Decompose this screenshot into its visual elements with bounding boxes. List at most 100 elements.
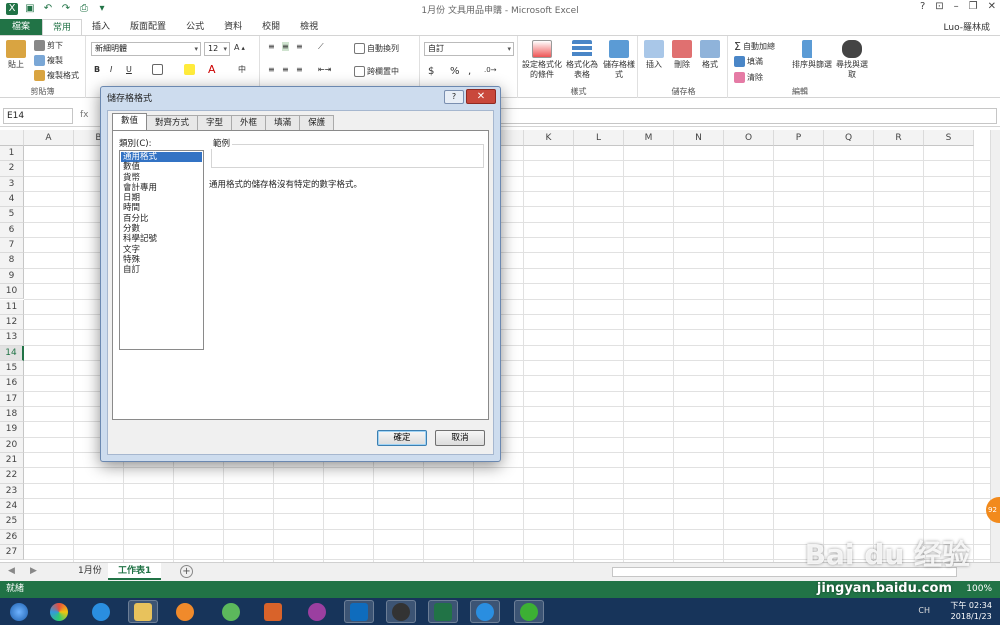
sheet-nav-prev-icon[interactable]: ◀ [8, 566, 15, 576]
increase-decimal-icon[interactable]: .0→ [484, 66, 497, 74]
taskbar-fox[interactable] [258, 600, 288, 623]
font-name-combo[interactable]: 新細明體 [91, 42, 201, 56]
function-icon[interactable]: fx [80, 110, 89, 120]
row-header[interactable]: 21 [0, 453, 24, 469]
taskbar-explorer[interactable] [128, 600, 158, 623]
row-header[interactable]: 5 [0, 207, 24, 223]
row-header[interactable]: 18 [0, 406, 24, 423]
taskbar-app-dark[interactable] [386, 600, 416, 623]
tab-page-layout[interactable]: 版面配置 [120, 19, 176, 35]
taskbar-app-1[interactable] [44, 600, 74, 623]
dialog-close-button[interactable]: ✕ [466, 89, 496, 104]
format-cells-button[interactable]: 格式 [698, 40, 722, 70]
user-account[interactable]: Luo-羅林成 [944, 20, 990, 33]
taskbar-ie-2[interactable] [470, 600, 500, 623]
print-preview-icon[interactable]: ⎙ [78, 3, 90, 15]
fill-button[interactable]: 填滿 [734, 56, 763, 67]
category-item[interactable]: 百分比 [121, 214, 202, 224]
percent-button[interactable]: % [450, 66, 460, 77]
clock[interactable]: 下午 02:34 2018/1/23 [950, 600, 992, 622]
taskbar-media[interactable] [170, 600, 200, 623]
zoom-level[interactable]: 100% [966, 581, 992, 598]
add-sheet-button[interactable]: + [180, 565, 193, 578]
row-header[interactable]: 26 [0, 529, 24, 546]
tab-insert[interactable]: 插入 [82, 19, 120, 35]
row-header[interactable]: 17 [0, 391, 24, 407]
tab-view[interactable]: 檢視 [290, 19, 328, 35]
category-item[interactable]: 時間 [121, 203, 202, 213]
sheet-tab-sheet1[interactable]: 工作表1 [108, 563, 162, 580]
row-header[interactable]: 9 [0, 268, 24, 285]
help-icon[interactable]: ? [920, 1, 925, 12]
comma-button[interactable]: , [468, 66, 471, 77]
minimize-icon[interactable]: – [954, 1, 959, 12]
row-header[interactable]: 24 [0, 499, 24, 515]
column-header[interactable]: Q [824, 130, 874, 146]
taskbar-app-green[interactable] [216, 600, 246, 623]
column-header[interactable]: M [624, 130, 674, 146]
merge-center-button[interactable]: 跨欄置中 [354, 66, 399, 77]
row-header[interactable]: 19 [0, 422, 24, 438]
category-item[interactable]: 通用格式 [121, 152, 202, 163]
row-header[interactable]: 10 [0, 284, 24, 300]
number-format-combo[interactable]: 自訂 [424, 42, 514, 56]
row-header[interactable]: 27 [0, 545, 24, 561]
taskbar-outlook[interactable] [344, 600, 374, 623]
row-header[interactable]: 8 [0, 253, 24, 269]
align-bottom-icon[interactable]: ≡ [296, 42, 303, 51]
column-header[interactable]: N [674, 130, 724, 146]
row-header[interactable]: 20 [0, 437, 24, 453]
category-item[interactable]: 自訂 [121, 265, 202, 275]
category-item[interactable]: 日期 [121, 193, 202, 203]
redo-icon[interactable]: ↷ [60, 3, 72, 15]
column-header[interactable]: S [924, 130, 974, 146]
row-header[interactable]: 11 [0, 299, 24, 315]
currency-button[interactable]: $ [428, 66, 434, 77]
column-header[interactable]: A [24, 130, 74, 146]
phonetic-icon[interactable]: 中 [238, 64, 246, 75]
tab-formulas[interactable]: 公式 [176, 19, 214, 35]
save-icon[interactable]: ▣ [24, 3, 36, 15]
tab-home[interactable]: 常用 [42, 19, 83, 35]
copy-button[interactable]: 複製 [34, 55, 63, 66]
paste-button[interactable]: 貼上 [4, 40, 28, 70]
category-item[interactable]: 分數 [121, 224, 202, 234]
align-center-icon[interactable]: ≡ [282, 65, 289, 74]
undo-icon[interactable]: ↶ [42, 3, 54, 15]
border-icon[interactable] [152, 64, 163, 75]
italic-button[interactable]: I [110, 65, 112, 74]
dialog-tab-border[interactable]: 外框 [231, 115, 267, 130]
row-header[interactable]: 13 [0, 330, 24, 346]
dialog-tab-font[interactable]: 字型 [197, 115, 233, 130]
dialog-tab-protection[interactable]: 保護 [299, 115, 335, 130]
column-header[interactable]: O [724, 130, 774, 146]
sheet-tab-jan[interactable]: 1月份 [68, 563, 112, 580]
system-tray[interactable]: CH [918, 606, 930, 615]
format-painter-button[interactable]: 複製格式 [34, 70, 79, 81]
row-header[interactable]: 4 [0, 192, 24, 208]
sort-filter-button[interactable]: 排序與篩選 [792, 40, 832, 70]
column-header[interactable]: R [874, 130, 924, 146]
column-header[interactable]: K [524, 130, 574, 146]
category-item[interactable]: 數值 [121, 162, 202, 172]
row-header[interactable]: 23 [0, 483, 24, 500]
category-list[interactable]: 通用格式 數值 貨幣 會計專用 日期 時間 百分比 分數 科學記號 文字 特殊 自訂 [119, 150, 204, 350]
tab-data[interactable]: 資料 [214, 19, 252, 35]
row-header[interactable]: 2 [0, 161, 24, 177]
column-header[interactable]: P [774, 130, 824, 146]
align-top-icon[interactable]: ≡ [268, 42, 275, 51]
category-item[interactable]: 特殊 [121, 255, 202, 265]
cell-styles-button[interactable]: 儲存格樣式 [602, 40, 636, 80]
row-header[interactable]: 12 [0, 314, 24, 331]
align-left-icon[interactable]: ≡ [268, 65, 275, 74]
row-header[interactable]: 16 [0, 376, 24, 392]
conditional-format-button[interactable]: 設定格式化的條件 [522, 40, 562, 80]
select-all-corner[interactable] [0, 130, 24, 146]
grow-font-icon[interactable]: A ▴ [234, 43, 245, 52]
delete-cells-button[interactable]: 刪除 [670, 40, 694, 70]
ok-button[interactable]: 確定 [377, 430, 427, 446]
row-header[interactable]: 3 [0, 176, 24, 193]
underline-button[interactable]: U [126, 65, 132, 74]
align-middle-icon[interactable]: ≡ [282, 42, 289, 51]
dialog-tab-number[interactable]: 數值 [112, 113, 148, 130]
